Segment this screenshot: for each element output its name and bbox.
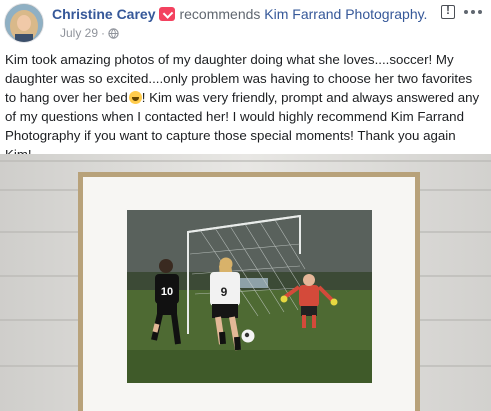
page-name-link[interactable]: Kim Farrand Photography. <box>264 6 427 22</box>
author-name[interactable]: Christine Carey <box>52 6 155 22</box>
recommends-verb: recommends <box>179 6 261 22</box>
post-title-line: Christine Carey recommends Kim Farrand Ph… <box>52 6 427 22</box>
jersey-number-10: 10 <box>161 286 173 298</box>
post-text: Kim took amazing photos of my daughter d… <box>5 50 485 164</box>
meta-separator: · <box>101 26 106 40</box>
post-meta: July 29 · <box>60 26 119 42</box>
laughing-emoji-icon <box>128 91 142 104</box>
more-options-icon[interactable] <box>462 3 484 19</box>
avatar[interactable] <box>4 3 44 43</box>
post-date[interactable]: July 29 <box>60 26 98 40</box>
post-photo[interactable]: 10 9 <box>0 154 491 411</box>
report-flag-icon[interactable] <box>441 3 455 19</box>
post-header: Christine Carey recommends Kim Farrand Ph… <box>0 0 491 44</box>
jersey-number-9: 9 <box>221 285 228 299</box>
globe-icon[interactable] <box>108 28 119 42</box>
recommend-badge-icon <box>159 7 176 21</box>
